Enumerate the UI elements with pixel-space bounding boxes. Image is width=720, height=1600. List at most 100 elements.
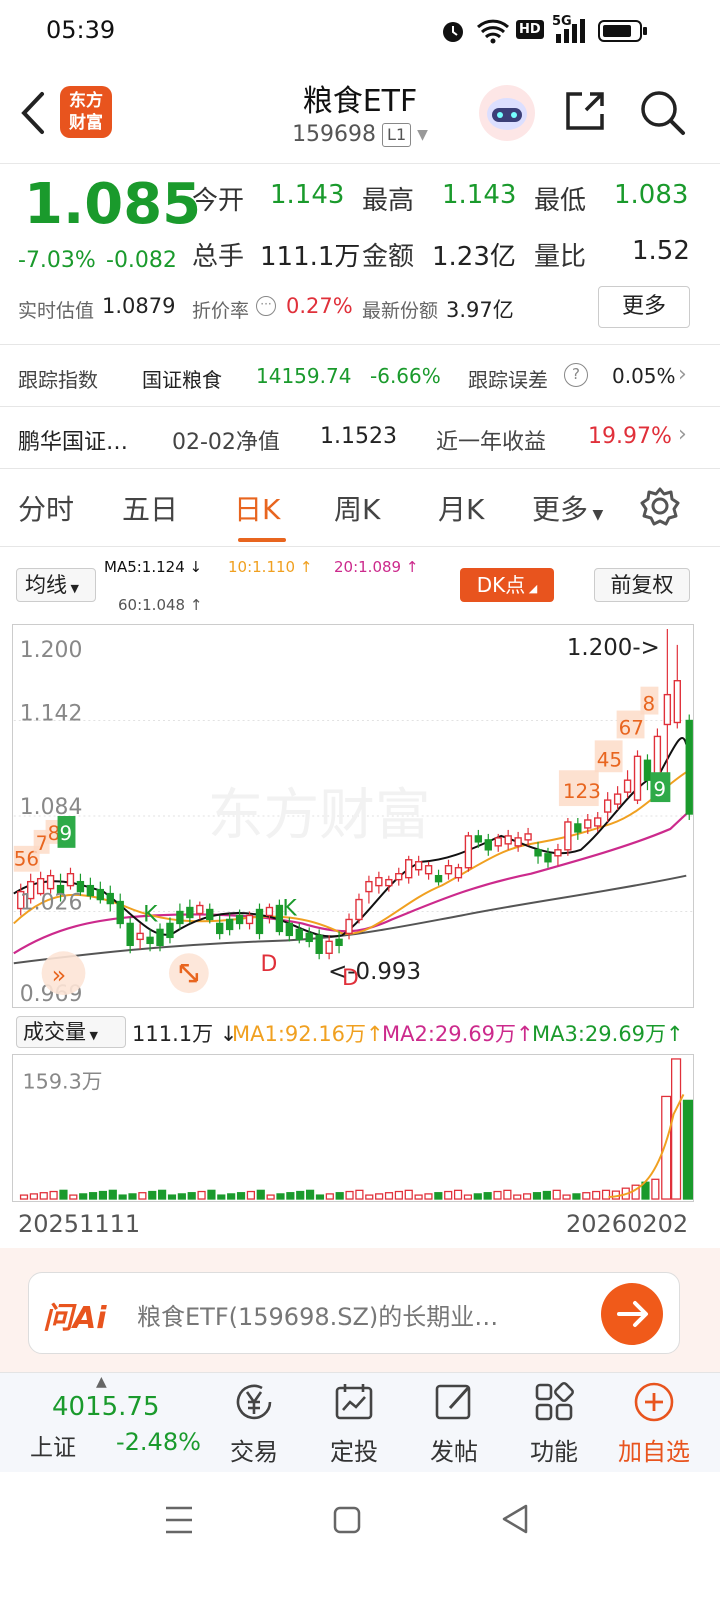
active-tab-indicator <box>238 538 286 542</box>
signal-label: K <box>282 896 297 921</box>
dropdown-icon: ▼ <box>67 582 79 595</box>
menu-icon[interactable] <box>164 1504 194 1536</box>
dk-button[interactable]: DK点 ◢ <box>460 568 554 602</box>
volume-bar <box>670 1058 682 1200</box>
candle-body <box>474 835 483 843</box>
arrow-right-icon <box>617 1301 648 1327</box>
stock-code-row[interactable]: 159698 L1 ▼ <box>0 122 720 147</box>
volume-bar <box>375 1193 384 1200</box>
tab-daily-k[interactable]: 日K <box>234 488 280 528</box>
volume-value: 111.1万 <box>260 242 361 272</box>
more-button[interactable]: 更多 <box>598 286 690 328</box>
ma-selector[interactable]: 均线 ▼ <box>16 568 96 602</box>
candle-body <box>46 874 55 890</box>
nav-invest[interactable]: 定投 <box>304 1380 404 1467</box>
volume-bar <box>414 1194 423 1200</box>
tab-five-day[interactable]: 五日 <box>122 488 178 528</box>
volume-ma3: MA3:29.69万↑ <box>532 1022 684 1046</box>
counter-label: 67 <box>619 716 644 739</box>
info-icon[interactable]: ··· <box>256 296 276 316</box>
candle-body <box>414 861 423 871</box>
volume-bar <box>682 1099 693 1200</box>
tracking-index-name[interactable]: 国证粮食 <box>142 364 222 393</box>
volume-bar <box>236 1192 246 1200</box>
volume-max-label: 159.3万 <box>23 1070 103 1094</box>
volume-bar <box>365 1194 374 1200</box>
tab-weekly-k[interactable]: 周K <box>334 488 380 528</box>
tracking-index-change: -6.66% <box>370 364 441 388</box>
volume-bar <box>98 1190 108 1200</box>
fund-name[interactable]: 鹏华国证… <box>18 424 128 456</box>
tracking-index-value: 14159.74 <box>256 364 352 388</box>
high-value: 1.143 <box>442 180 517 210</box>
ai-ask-bar[interactable]: 问Ai 粮食ETF(159698.SZ)的长期业… <box>28 1272 680 1354</box>
search-icon[interactable] <box>638 88 686 136</box>
tab-intraday[interactable]: 分时 <box>18 488 74 528</box>
candle-body <box>494 837 502 847</box>
home-icon[interactable] <box>332 1504 362 1536</box>
candle-body <box>355 898 363 921</box>
volume-bar <box>108 1189 117 1200</box>
volume-chart[interactable]: 159.3万 <box>12 1054 694 1202</box>
candle-body <box>405 859 413 879</box>
return-label: 近一年收益 <box>436 430 547 455</box>
tab-more[interactable]: 更多 ▼ <box>532 488 603 528</box>
y-tick-label: 1.200 <box>20 638 83 663</box>
alarm-icon <box>443 22 463 42</box>
candle-body <box>564 821 572 851</box>
candle-body <box>166 922 174 939</box>
volume-bar <box>483 1192 492 1200</box>
shares-value: 3.97亿 <box>446 298 514 322</box>
tab-monthly-k[interactable]: 月K <box>438 488 484 528</box>
signal-label: D <box>260 952 277 977</box>
plus-circle-icon <box>634 1382 674 1422</box>
nav-trade[interactable]: 交易 <box>204 1380 304 1467</box>
date-end: 20260202 <box>566 1210 689 1238</box>
help-icon[interactable]: ? <box>564 363 588 387</box>
volume-bar <box>651 1178 660 1200</box>
nav-value: 1.1523 <box>320 424 397 449</box>
index-name[interactable]: 上证 <box>30 1428 76 1462</box>
chevron-right-icon[interactable]: › <box>678 422 687 447</box>
candle-body <box>643 759 652 781</box>
nav-functions-label: 功能 <box>530 1438 578 1466</box>
grid-icon <box>535 1382 574 1421</box>
kline-chart[interactable]: 东方财富 1.200 1.142 1.084 1.026 0.969 1.200… <box>12 624 694 1008</box>
volume-bars <box>19 1058 693 1200</box>
volume-bar <box>305 1189 315 1200</box>
nav-functions[interactable]: 功能 <box>504 1380 604 1467</box>
volume-selector[interactable]: 成交量 ▼ <box>16 1016 126 1048</box>
nav-add-watchlist[interactable]: 加自选 <box>604 1380 704 1467</box>
counter-label: 123 <box>563 780 601 803</box>
back-nav-icon[interactable] <box>500 1502 530 1536</box>
ai-send-button[interactable] <box>601 1283 663 1345</box>
volume-bar <box>118 1194 127 1200</box>
candle-body <box>504 835 512 845</box>
volume-bar <box>345 1190 354 1200</box>
volume-bar <box>582 1192 591 1200</box>
candle-body <box>206 908 214 921</box>
candle-body <box>176 910 184 925</box>
candle-body <box>265 906 274 917</box>
candle-body <box>146 936 154 945</box>
premium-value: 0.27% <box>286 294 353 318</box>
volume-bar <box>572 1193 581 1200</box>
candle-body <box>325 940 333 954</box>
nav-post[interactable]: 发帖 <box>404 1380 504 1467</box>
double-chevron-icon: » <box>52 961 67 989</box>
share-icon[interactable] <box>562 88 608 134</box>
volume-bar <box>473 1193 482 1200</box>
ratio-value: 1.52 <box>632 236 690 266</box>
adjust-button[interactable]: 前复权 <box>594 568 690 602</box>
index-value[interactable]: 4015.75 <box>52 1392 160 1422</box>
volume-bar <box>19 1194 29 1200</box>
chevron-right-icon[interactable]: › <box>678 362 687 387</box>
signal-icon <box>556 19 585 43</box>
iopv-label: 实时估值 <box>18 300 95 322</box>
candle-body <box>116 900 124 925</box>
gear-icon[interactable] <box>640 486 680 526</box>
watermark: 东方财富 <box>208 783 431 848</box>
ai-robot-icon[interactable] <box>478 84 536 142</box>
candle-body <box>96 888 105 901</box>
candle-body <box>245 914 254 925</box>
